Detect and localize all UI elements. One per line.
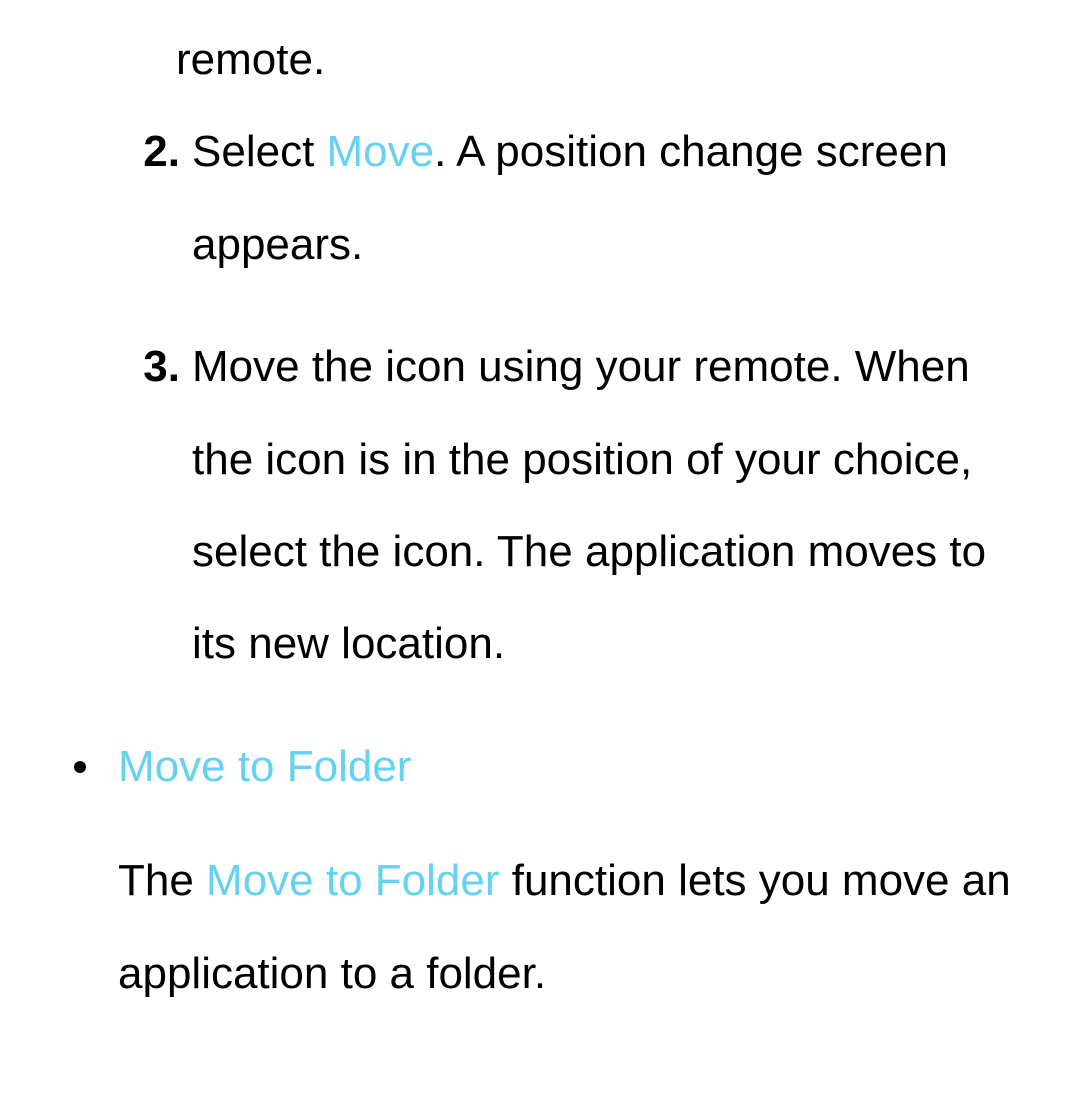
section-desc-highlight: Move to Folder [206, 856, 499, 905]
section-description: The Move to Folder function lets you mov… [118, 835, 1020, 1020]
step-3: 3. Move the icon using your remote. When… [124, 321, 1020, 691]
step-3-marker: 3. [124, 321, 192, 691]
step-2-text: Select Move. A position change screen ap… [192, 106, 1020, 291]
section-move-to-folder: Move to Folder The Move to Folder functi… [60, 721, 1020, 1020]
step-2: 2. Select Move. A position change screen… [124, 106, 1020, 291]
step-3-text: Move the icon using your remote. When th… [192, 321, 1020, 691]
fragment-line: remote. [60, 14, 1020, 106]
step-2-pre: Select [192, 127, 327, 176]
step-2-marker: 2. [124, 106, 192, 291]
step-2-highlight: Move [327, 127, 435, 176]
section-title: Move to Folder [118, 721, 1020, 813]
bullet-icon [60, 721, 118, 1020]
section-body: Move to Folder The Move to Folder functi… [118, 721, 1020, 1020]
fragment-text: remote. [176, 14, 1020, 106]
document-content: remote. 2. Select Move. A position chang… [0, 0, 1080, 1020]
section-desc-pre: The [118, 856, 206, 905]
